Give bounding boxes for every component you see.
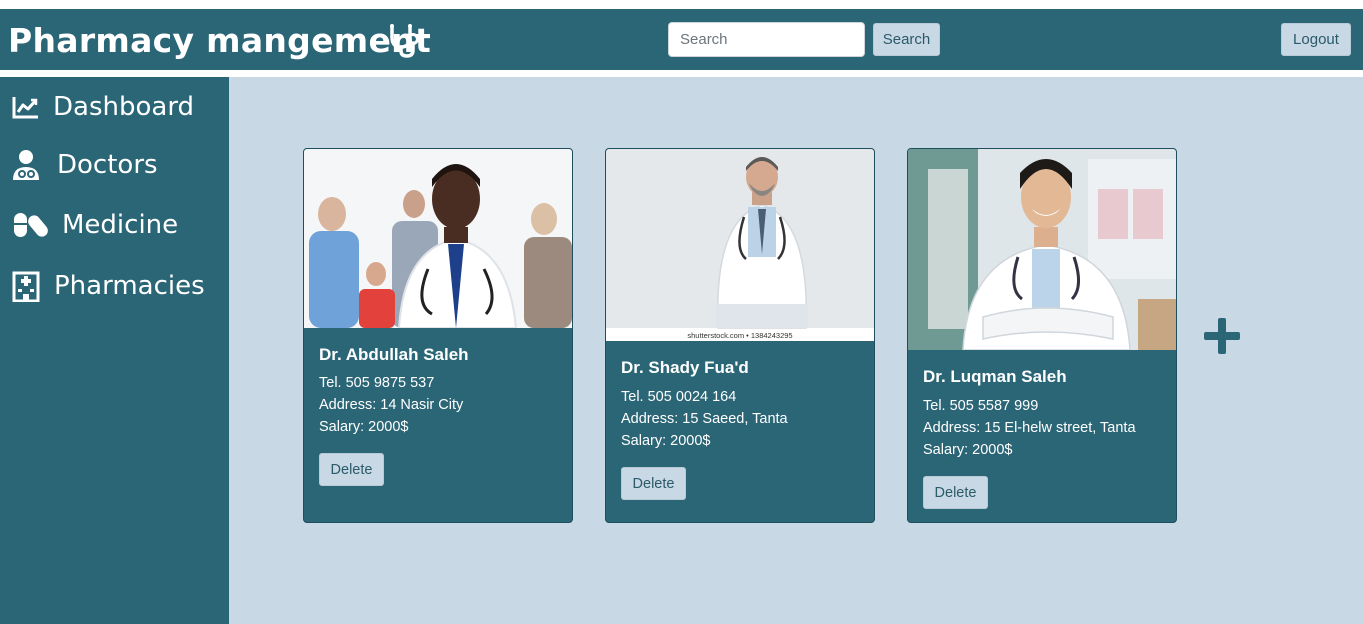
top-navbar: Pharmacy mangement Search Logout bbox=[0, 9, 1363, 70]
search-button[interactable]: Search bbox=[873, 23, 940, 56]
doctor-salary: Salary: 2000$ bbox=[319, 419, 409, 435]
sidebar-item-label: Doctors bbox=[57, 150, 158, 180]
search-input[interactable] bbox=[668, 22, 865, 57]
plus-icon[interactable] bbox=[1204, 318, 1240, 354]
user-doctor-icon bbox=[13, 150, 39, 180]
doctor-name: Dr. Luqman Saleh bbox=[923, 367, 1067, 386]
doctor-name: Dr. Abdullah Saleh bbox=[319, 345, 469, 364]
sidebar-item-pharmacies[interactable]: Pharmacies bbox=[0, 268, 229, 304]
doctor-tel: Tel. 505 9875 537 bbox=[319, 375, 435, 391]
doctor-card: Dr. Luqman Saleh Tel. 505 5587 999 Addre… bbox=[907, 148, 1177, 523]
pills-icon bbox=[14, 213, 48, 237]
app-title: Pharmacy mangement bbox=[8, 21, 432, 60]
chart-line-icon bbox=[12, 97, 38, 119]
doctor-photo bbox=[908, 149, 1176, 350]
delete-button[interactable]: Delete bbox=[923, 476, 988, 509]
stethoscope-icon bbox=[390, 24, 419, 58]
sidebar-item-medicine[interactable]: Medicine bbox=[0, 207, 229, 243]
doctor-salary: Salary: 2000$ bbox=[621, 433, 711, 449]
delete-button[interactable]: Delete bbox=[319, 453, 384, 486]
sidebar-item-doctors[interactable]: Doctors bbox=[0, 147, 229, 183]
sidebar-item-label: Pharmacies bbox=[54, 271, 205, 301]
doctor-address: Address: 15 Saeed, Tanta bbox=[621, 411, 788, 427]
sidebar-item-dashboard[interactable]: Dashboard bbox=[0, 89, 229, 125]
sidebar: Dashboard Doctors Medicine Pharmacies bbox=[0, 77, 229, 624]
doctor-address: Address: 14 Nasir City bbox=[319, 397, 464, 413]
sidebar-item-label: Dashboard bbox=[53, 92, 195, 122]
logout-button[interactable]: Logout bbox=[1281, 23, 1351, 56]
doctor-photo: shutterstock.com • 1384243295 bbox=[606, 149, 874, 341]
main-content: Dr. Abdullah Saleh Tel. 505 9875 537 Add… bbox=[229, 77, 1363, 624]
sidebar-item-label: Medicine bbox=[62, 210, 179, 240]
doctor-address: Address: 15 El-helw street, Tanta bbox=[923, 420, 1136, 436]
doctor-card: shutterstock.com • 1384243295 Dr. Shady … bbox=[605, 148, 875, 523]
hospital-icon bbox=[12, 271, 40, 302]
doctor-tel: Tel. 505 0024 164 bbox=[621, 389, 737, 405]
photo-watermark: shutterstock.com • 1384243295 bbox=[687, 331, 792, 340]
doctor-salary: Salary: 2000$ bbox=[923, 442, 1013, 458]
doctor-name: Dr. Shady Fua'd bbox=[621, 358, 749, 377]
doctor-card: Dr. Abdullah Saleh Tel. 505 9875 537 Add… bbox=[303, 148, 573, 523]
doctor-tel: Tel. 505 5587 999 bbox=[923, 398, 1039, 414]
doctor-photo bbox=[304, 149, 572, 328]
delete-button[interactable]: Delete bbox=[621, 467, 686, 500]
